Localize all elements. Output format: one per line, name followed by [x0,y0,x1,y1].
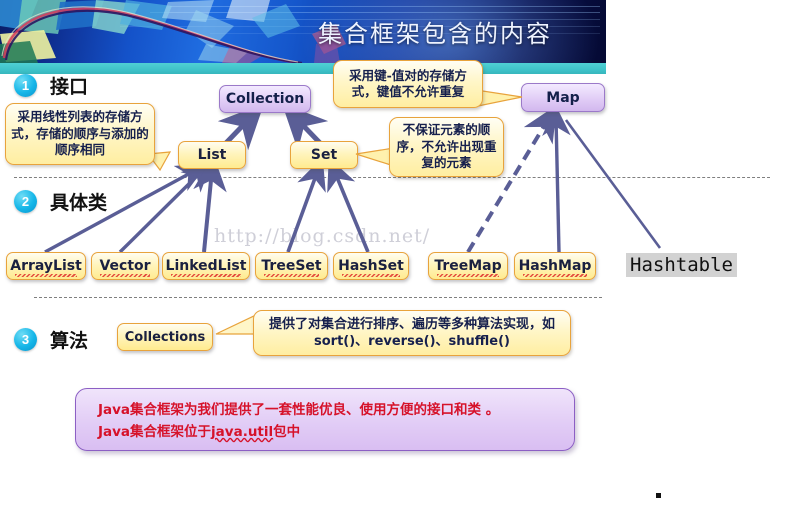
node-vector[interactable]: Vector [91,252,159,280]
node-label: Map [546,89,580,106]
node-hashtable[interactable]: Hashtable [626,253,737,277]
stray-dot [656,493,661,498]
node-hashmap[interactable]: HashMap [514,252,596,280]
node-label: ArrayList [10,258,82,274]
edge-linkedlist-list [193,154,227,253]
spellcheck-underline [100,274,150,277]
node-label: Collection [225,91,305,107]
node-label: TreeSet [261,258,322,274]
node-label: Vector [99,258,151,274]
edge-set-collection [281,103,329,151]
edge-list-collection [217,103,265,151]
callout-list-note: 采用线性列表的存储方式，存储的顺序与添加的顺序相同 [5,103,155,165]
callout-collections-note: 提供了对集合进行排序、遍历等多种算法实现，如 sort()、reverse()、… [253,310,571,356]
edge-hashtable-map [564,119,662,249]
summary-line-2: Java集合框架位于java.util包中 [98,421,574,443]
summary-line-1: Java集合框架为我们提供了一套性能优良、使用方便的接口和类 。 [98,402,500,418]
callout-tail-map [476,89,523,107]
node-linkedlist[interactable]: LinkedList [162,252,250,280]
callout-set-note: 不保证元素的顺序，不允许出现重复的元素 [389,117,504,177]
spellcheck-underline [437,274,499,277]
edge-hashset-set [327,157,370,253]
node-collections[interactable]: Collections [117,323,213,351]
edge-arraylist-list [44,163,208,254]
summary-line-2-suffix: 包中 [273,424,301,441]
node-label: HashMap [518,258,592,274]
summary-panel: Java集合框架为我们提供了一套性能优良、使用方便的接口和类 。 Java集合框… [75,388,575,451]
node-collection[interactable]: Collection [219,85,311,113]
node-label: Set [310,147,338,163]
node-label: HashSet [338,258,404,274]
node-treeset[interactable]: TreeSet [255,252,328,280]
edge-vector-list [118,160,213,254]
callout-text: 采用键-值对的存储方式，键值不允许重复 [349,67,467,100]
node-label: TreeMap [434,258,502,274]
node-label: List [197,147,227,163]
node-label: LinkedList [165,258,247,274]
edge-treeset-set [286,157,326,253]
summary-package-name: java.util [211,424,274,441]
callout-text: 不保证元素的顺序，不允许出现重复的元素 [396,122,497,171]
summary-line-2-prefix: Java集合框架位于 [98,424,212,441]
spellcheck-underline [15,274,77,277]
slide-root: 集合框架包含的内容 1 接口 Collection Map List Set 采… [0,0,789,506]
edge-hashmap-map [542,105,571,253]
node-label: Collections [124,329,206,345]
node-treemap[interactable]: TreeMap [428,252,508,280]
spellcheck-underline [264,274,319,277]
callout-map-note: 采用键-值对的存储方式，键值不允许重复 [333,60,483,108]
callout-text: 采用线性列表的存储方式，存储的顺序与添加的顺序相同 [11,109,149,158]
node-hashset[interactable]: HashSet [333,252,409,280]
callout-tail-list [148,151,172,172]
spellcheck-underline [171,274,241,277]
spellcheck-underline [342,274,400,277]
spellcheck-underline [523,274,587,277]
node-arraylist[interactable]: ArrayList [6,252,86,280]
callout-text: 提供了对集合进行排序、遍历等多种算法实现，如 sort()、reverse()、… [268,316,555,349]
node-map[interactable]: Map [521,83,605,112]
